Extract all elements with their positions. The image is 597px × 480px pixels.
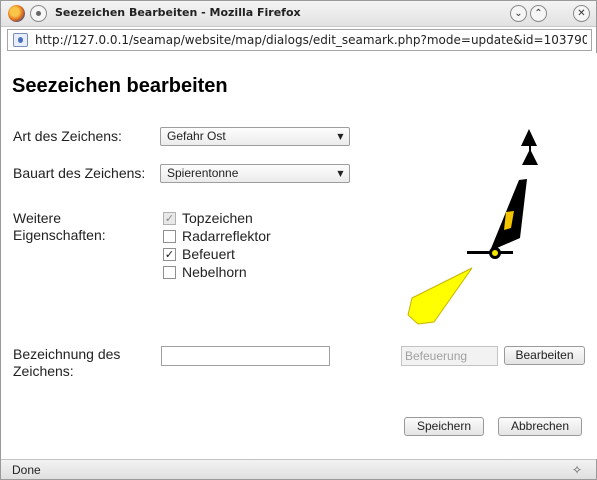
topzeichen-checkbox[interactable]: ✓ — [163, 212, 176, 225]
light-flare-icon — [407, 267, 473, 325]
radarreflektor-checkbox[interactable] — [163, 230, 176, 243]
radarreflektor-label: Radarreflektor — [182, 228, 271, 244]
chevron-down-icon: ▼ — [337, 169, 344, 178]
light-characteristic-field: Befeuerung — [401, 346, 498, 366]
nebelhorn-checkbox[interactable] — [163, 266, 176, 279]
site-identity-icon[interactable] — [13, 33, 28, 47]
title-bar: Seezeichen Bearbeiten - Mozilla Firefox … — [1, 1, 596, 27]
chevron-down-icon: ▼ — [337, 132, 344, 141]
save-button[interactable]: Speichern — [404, 417, 484, 436]
properties-label: Weitere Eigenschaften: — [13, 210, 106, 244]
maximize-button[interactable]: ⌃ — [530, 5, 547, 22]
address-bar[interactable]: http://127.0.0.1/seamap/website/map/dial… — [7, 29, 592, 51]
properties-label-line1: Weitere — [13, 210, 61, 226]
minimize-button[interactable]: ⌄ — [510, 5, 527, 22]
nebelhorn-label: Nebelhorn — [182, 264, 247, 280]
name-label: Bezeichnung des Zeichens: — [13, 346, 120, 380]
name-label-line1: Bezeichnung des — [13, 346, 121, 362]
name-label-line2: Zeichens: — [13, 363, 74, 379]
window-title: Seezeichen Bearbeiten - Mozilla Firefox — [55, 6, 301, 19]
url-text[interactable]: http://127.0.0.1/seamap/website/map/dial… — [35, 33, 587, 47]
status-bar: Done ✧ — [1, 459, 596, 479]
construction-label: Bauart des Zeichens: — [13, 165, 146, 181]
type-select-value: Gefahr Ost — [167, 129, 226, 143]
seamark-buoy-graphic — [407, 129, 538, 325]
browser-window: Seezeichen Bearbeiten - Mozilla Firefox … — [0, 0, 597, 480]
properties-label-line2: Eigenschaften: — [13, 227, 106, 243]
topmark-upper-cone — [521, 129, 537, 146]
status-text: Done — [12, 463, 41, 477]
edit-button[interactable]: Bearbeiten — [504, 346, 585, 365]
name-input[interactable] — [161, 346, 330, 366]
window-menu-icon[interactable] — [30, 5, 47, 22]
topzeichen-label: Topzeichen — [182, 210, 253, 226]
construction-select[interactable]: Spierentonne ▼ — [160, 164, 350, 183]
cancel-button[interactable]: Abbrechen — [498, 417, 582, 436]
close-button[interactable]: ✕ — [573, 5, 590, 22]
construction-select-value: Spierentonne — [167, 166, 239, 180]
befeuert-label: Befeuert — [182, 246, 235, 262]
firefox-icon — [8, 5, 25, 22]
type-label: Art des Zeichens: — [13, 128, 122, 144]
type-select[interactable]: Gefahr Ost ▼ — [160, 127, 350, 146]
topmark-lower-cone — [522, 149, 538, 165]
befeuert-checkbox[interactable]: ✓ — [163, 248, 176, 261]
puzzle-icon[interactable]: ✧ — [572, 463, 582, 477]
dialog-content: Seezeichen bearbeiten Art des Zeichens: … — [2, 53, 597, 459]
page-title: Seezeichen bearbeiten — [12, 75, 228, 97]
